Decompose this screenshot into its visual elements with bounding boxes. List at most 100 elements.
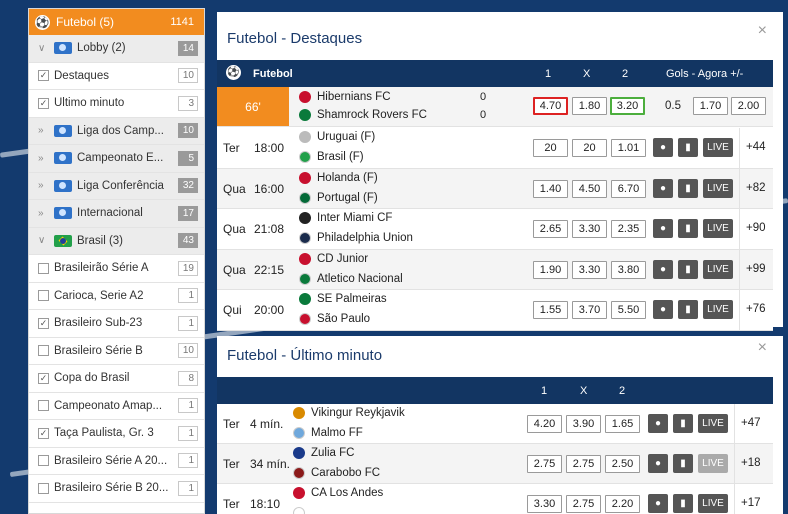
stats-person-icon[interactable]: ● [653, 138, 673, 157]
odd-x-button[interactable]: 3.90 [566, 415, 601, 433]
odd-x-button[interactable]: 3.30 [572, 260, 607, 279]
under-odd-button[interactable]: 2.00 [731, 97, 766, 115]
checkbox[interactable]: ✓ [38, 97, 49, 109]
live-button[interactable]: LIVE [698, 454, 728, 473]
odd-x-button[interactable]: 4.50 [572, 179, 607, 198]
signal-bars-icon[interactable]: ▮ [678, 138, 698, 157]
sidebar-item[interactable]: Brasileiro Série B 20... 1 [29, 475, 204, 503]
signal-bars-icon[interactable]: ▮ [678, 259, 698, 279]
over-odd-button[interactable]: 1.70 [693, 97, 728, 115]
more-markets-link[interactable]: +90 [746, 222, 766, 234]
odd-1-button[interactable]: 3.30 [527, 495, 562, 513]
sidebar-item[interactable]: Brasileiro Série A 20... 1 [29, 448, 204, 475]
match-row[interactable]: Qua 22:15 CD Junior Atletico Nacional 1.90 3.… [217, 249, 773, 290]
more-markets-link[interactable]: +99 [746, 263, 766, 275]
sidebar-item[interactable]: ✓ Último minuto 3 [29, 90, 204, 118]
odd-x-button[interactable]: 2.75 [566, 455, 601, 473]
odd-2-button[interactable]: 5.50 [611, 301, 646, 319]
more-markets-link[interactable]: +82 [746, 182, 766, 194]
match-row[interactable]: Qua 16:00 Holanda (F) Portugal (F) 1.40 4.50 6… [217, 168, 773, 209]
signal-bars-icon[interactable]: ▮ [673, 454, 693, 473]
checkbox[interactable] [38, 290, 49, 302]
live-button[interactable]: LIVE [703, 259, 733, 279]
sidebar-item[interactable]: ✓ Brasileiro Sub-23 1 [29, 310, 204, 338]
stats-person-icon[interactable]: ● [648, 454, 668, 473]
odd-2-button[interactable]: 1.01 [611, 139, 646, 157]
sidebar-item[interactable]: ✓ Taça Paulista, Gr. 3 1 [29, 420, 204, 448]
more-markets-link[interactable]: +18 [741, 457, 761, 469]
odd-2-button[interactable]: 3.20 [610, 97, 645, 115]
checkbox[interactable] [38, 482, 49, 494]
stats-person-icon[interactable]: ● [648, 494, 668, 513]
odd-1-button[interactable]: 2.65 [533, 220, 568, 238]
odd-1-button[interactable]: 1.55 [533, 301, 568, 319]
odd-2-button[interactable]: 2.35 [611, 220, 646, 238]
close-icon[interactable]: × [758, 22, 767, 40]
checkbox[interactable]: ✓ [38, 70, 49, 82]
odd-1-button[interactable]: 20 [533, 139, 568, 157]
live-button[interactable]: LIVE [703, 219, 733, 238]
live-button[interactable]: LIVE [703, 300, 733, 319]
odd-1-button[interactable]: 1.90 [533, 260, 568, 279]
odd-x-button[interactable]: 2.75 [566, 495, 601, 513]
sidebar-item[interactable]: ∨ Lobby (2) 14 [29, 35, 204, 63]
odd-2-button[interactable]: 2.20 [605, 495, 640, 513]
live-match-row[interactable]: 66' Hibernians FC Shamrock Rovers FC 0 0… [217, 87, 773, 127]
signal-bars-icon[interactable]: ▮ [673, 494, 693, 513]
live-button[interactable]: LIVE [703, 138, 733, 157]
odd-x-button[interactable]: 20 [572, 139, 607, 157]
match-row[interactable]: Qui 20:00 SE Palmeiras São Paulo 1.55 3.70 5.5… [217, 290, 773, 331]
sidebar-header-futebol[interactable]: ⚽ Futebol (5) 1141 [29, 9, 204, 35]
checkbox[interactable]: ✓ [38, 427, 49, 439]
live-button[interactable]: LIVE [698, 494, 728, 513]
sidebar-item[interactable]: Brasileirão Série A 19 [29, 255, 204, 283]
odd-2-button[interactable]: 1.65 [605, 415, 640, 433]
signal-bars-icon[interactable]: ▮ [678, 300, 698, 319]
close-icon[interactable]: × [758, 339, 767, 357]
more-markets-link[interactable]: +44 [746, 141, 766, 153]
sidebar-item[interactable]: » Internacional 17 [29, 200, 204, 228]
checkbox[interactable] [38, 455, 49, 467]
sidebar-item[interactable]: » Liga dos Camp... 10 [29, 117, 204, 145]
match-row[interactable]: Qua 21:08 Inter Miami CF Philadelphia Union… [217, 209, 773, 250]
match-row[interactable]: Ter 4 mín. Vikingur Reykjavik Malmo FF 4.20 3… [217, 404, 773, 444]
checkbox[interactable]: ✓ [38, 317, 49, 329]
signal-bars-icon[interactable]: ▮ [673, 414, 693, 433]
odd-1-button[interactable]: 1.40 [533, 179, 568, 198]
live-button[interactable]: LIVE [698, 414, 728, 433]
checkbox[interactable] [38, 400, 49, 412]
signal-bars-icon[interactable]: ▮ [678, 178, 698, 198]
more-markets-link[interactable]: +76 [746, 303, 766, 315]
odd-x-button[interactable]: 3.70 [572, 301, 607, 319]
sidebar-item[interactable]: Campeonato Amap... 1 [29, 393, 204, 420]
odd-2-button[interactable]: 6.70 [611, 179, 646, 198]
live-button[interactable]: LIVE [703, 178, 733, 198]
stats-person-icon[interactable]: ● [653, 300, 673, 319]
stats-person-icon[interactable]: ● [653, 178, 673, 198]
sidebar-item[interactable]: » Campeonato E... 5 [29, 145, 204, 173]
sidebar-item[interactable]: Carioca, Serie A2 1 [29, 283, 204, 310]
odd-1-button[interactable]: 2.75 [527, 455, 562, 473]
stats-person-icon[interactable]: ● [653, 259, 673, 279]
odd-1-button[interactable]: 4.70 [533, 97, 568, 115]
odd-2-button[interactable]: 2.50 [605, 455, 640, 473]
odd-1-button[interactable]: 4.20 [527, 415, 562, 433]
sidebar-item[interactable]: ✓ Destaques 10 [29, 63, 204, 90]
match-row[interactable]: Ter 34 mín. Zulia FC Carabobo FC 2.75 2.75 2.5… [217, 444, 773, 484]
stats-person-icon[interactable]: ● [648, 414, 668, 433]
checkbox[interactable]: ✓ [38, 372, 49, 384]
sidebar-item[interactable]: ∨ Brasil (3) 43 [29, 227, 204, 255]
odd-x-button[interactable]: 3.30 [572, 220, 607, 238]
odd-x-button[interactable]: 1.80 [572, 97, 607, 115]
more-markets-link[interactable]: +17 [741, 497, 761, 509]
match-row[interactable]: Ter 18:10 CA Los Andes 3.30 2.75 2.20 ● ▮ LIVE +1… [217, 484, 773, 514]
stats-person-icon[interactable]: ● [653, 219, 673, 238]
checkbox[interactable] [38, 345, 49, 357]
sidebar-item[interactable]: ✓ Copa do Brasil 8 [29, 365, 204, 393]
more-markets-link[interactable]: +47 [741, 417, 761, 429]
sidebar-item[interactable]: » Liga Conferência 32 [29, 172, 204, 200]
match-row[interactable]: Ter 18:00 Uruguai (F) Brasil (F) 20 20 1.01 ● ▮ L… [217, 128, 773, 169]
signal-bars-icon[interactable]: ▮ [678, 219, 698, 238]
checkbox[interactable] [38, 262, 49, 274]
sidebar-item[interactable]: Brasileiro Série B 10 [29, 338, 204, 365]
